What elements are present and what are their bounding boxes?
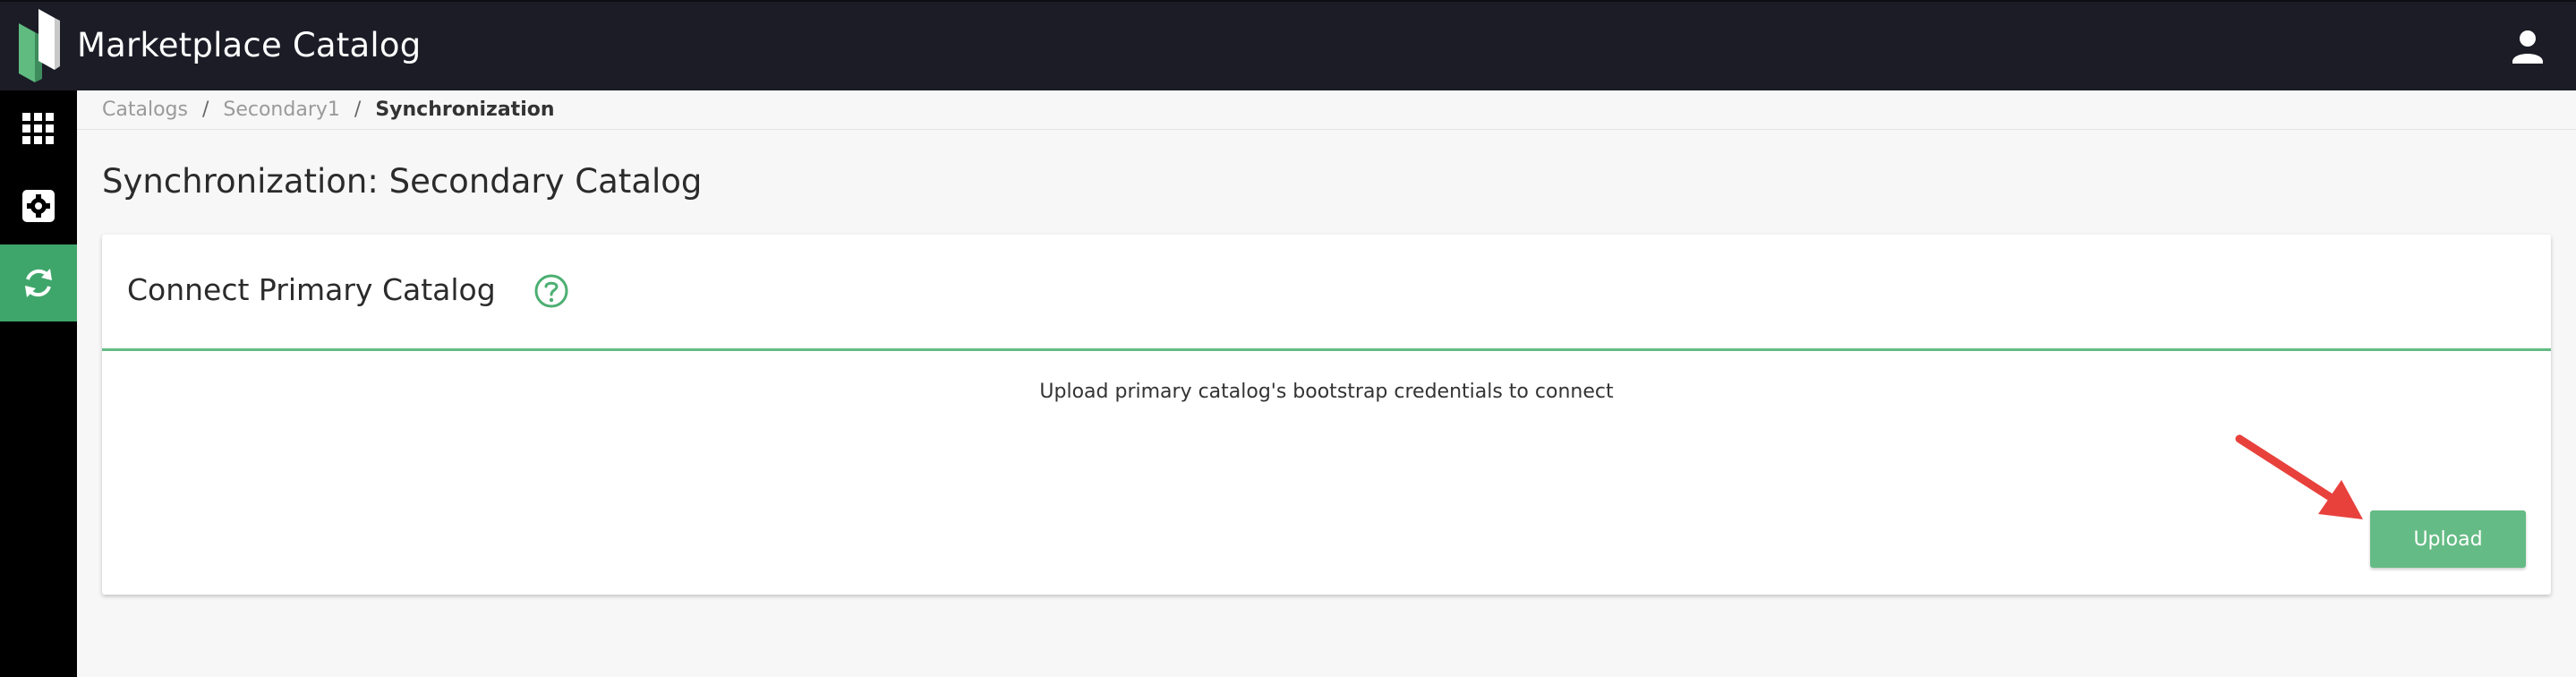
user-icon[interactable] [2506, 25, 2549, 68]
top-bar: Marketplace Catalog [0, 0, 2576, 90]
upload-button[interactable]: Upload [2370, 510, 2526, 568]
sidebar-item-settings[interactable] [0, 167, 77, 244]
page-title: Synchronization: Secondary Catalog [102, 162, 703, 201]
breadcrumb: Catalogs / Secondary1 / Synchronization [102, 98, 555, 123]
card-title: Connect Primary Catalog [127, 272, 496, 307]
apps-grid-icon [22, 113, 54, 144]
breadcrumb-current: Synchronization [375, 99, 555, 121]
red-arrow-pointer-icon [2235, 434, 2363, 519]
sync-icon [25, 269, 52, 297]
sidebar-item-sync[interactable] [0, 244, 77, 321]
breadcrumb-separator: / [354, 99, 362, 121]
marketplace-logo-icon [19, 9, 60, 82]
breadcrumb-bar: Catalogs / Secondary1 / Synchronization [77, 90, 2576, 130]
breadcrumb-catalogs[interactable]: Catalogs [102, 98, 188, 123]
sidebar-item-apps[interactable] [0, 90, 77, 167]
connect-primary-card: Connect Primary Catalog Upload primary c… [102, 235, 2551, 595]
breadcrumb-secondary1[interactable]: Secondary1 [223, 98, 340, 123]
settings-gear-icon [22, 190, 55, 222]
card-header: Connect Primary Catalog [102, 235, 2551, 351]
app-title: Marketplace Catalog [77, 26, 422, 64]
sidebar [0, 90, 77, 677]
breadcrumb-separator: / [201, 99, 209, 121]
card-message: Upload primary catalog's bootstrap crede… [1039, 381, 1614, 403]
help-circle-icon[interactable] [533, 273, 569, 309]
